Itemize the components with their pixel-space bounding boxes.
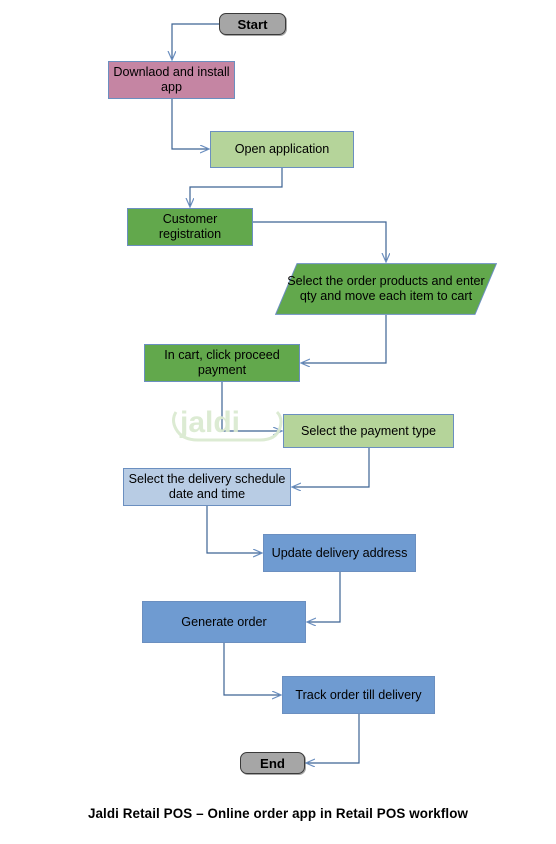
edge-start-download (172, 23, 219, 59)
edge-update-addr-generate (308, 572, 341, 622)
edge-generate-track (223, 643, 280, 695)
node-label-update-addr: Update delivery address (271, 545, 408, 560)
node-label-download: Downlaod and install app (113, 65, 230, 94)
node-label-select-order: Select the order products and enter qty … (287, 274, 485, 303)
node-customer-reg[interactable]: Customer registration (127, 208, 253, 246)
node-label-in-cart: In cart, click proceed payment (164, 348, 280, 377)
node-open-app[interactable]: Open application (210, 131, 354, 168)
diagram-caption: Jaldi Retail POS – Online order app in R… (87, 806, 469, 821)
node-label-track-order: Track order till delivery (295, 687, 422, 702)
edge-delivery-update-addr (206, 506, 261, 553)
node-end[interactable]: End (240, 752, 305, 774)
node-label-customer-reg: Customer registration (158, 212, 222, 241)
node-delivery-sch[interactable]: Select the delivery schedule date and ti… (123, 468, 291, 506)
node-label-payment-type: Select the payment type (300, 423, 437, 438)
node-label-delivery-sch: Select the delivery schedule date and ti… (128, 472, 286, 501)
edge-select-in-cart (302, 315, 387, 363)
node-select-order[interactable]: Select the order products and enter qty … (275, 263, 497, 315)
node-track-order[interactable]: Track order till delivery (282, 676, 435, 714)
edge-customer-reg-select (253, 221, 386, 261)
edge-track-end (307, 714, 360, 763)
node-label-open-app: Open application (234, 142, 330, 156)
flowchart-canvas: jaldi Start Downlaod and install app Open … (0, 0, 556, 844)
node-label-generate: Generate order (181, 614, 267, 629)
edge-download-open-app (171, 99, 208, 149)
jaldi-watermark-logo: jaldi (172, 406, 283, 442)
node-in-cart[interactable]: In cart, click proceed payment (144, 344, 300, 382)
node-payment-type[interactable]: Select the payment type (283, 414, 454, 448)
edge-payment-type-delivery (293, 448, 370, 487)
node-label-end: End (260, 755, 285, 771)
node-start[interactable]: Start (219, 13, 286, 35)
node-download[interactable]: Downlaod and install app (108, 61, 235, 99)
node-update-addr[interactable]: Update delivery address (263, 534, 416, 572)
node-label-start: Start (237, 16, 268, 32)
edge-open-app-customer-reg (190, 168, 283, 206)
node-generate[interactable]: Generate order (142, 601, 306, 643)
jaldi-watermark-text: jaldi (179, 406, 240, 439)
